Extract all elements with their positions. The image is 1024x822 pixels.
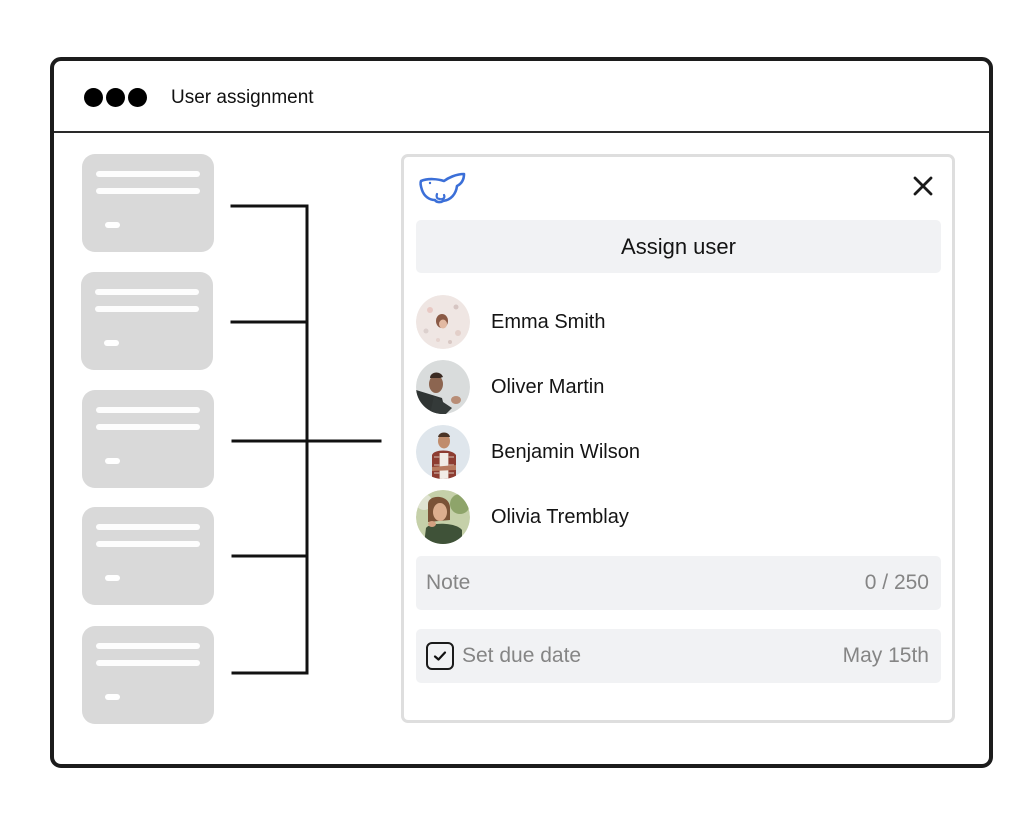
task-card[interactable] <box>81 272 213 370</box>
card-pill <box>105 458 120 464</box>
whale-icon <box>419 172 466 204</box>
assign-user-panel: Assign user Emma Smith Oliver Martin Ben… <box>401 154 955 723</box>
card-line <box>95 289 199 295</box>
note-placeholder: Note <box>426 571 471 594</box>
card-line <box>96 171 200 177</box>
card-line <box>96 524 200 530</box>
avatar <box>416 360 470 414</box>
note-input[interactable]: Note 0 / 250 <box>416 556 941 610</box>
card-line <box>96 643 200 649</box>
due-date-checkbox[interactable] <box>426 642 454 670</box>
panel-title: Assign user <box>416 220 941 273</box>
note-char-counter: 0 / 250 <box>864 571 929 594</box>
task-card[interactable] <box>82 390 214 488</box>
close-icon[interactable] <box>912 175 934 197</box>
checkmark-icon <box>433 651 447 661</box>
window-controls <box>84 88 147 107</box>
window-dot-icon[interactable] <box>84 88 103 107</box>
user-name: Benjamin Wilson <box>491 440 640 463</box>
user-option[interactable]: Emma Smith <box>416 295 605 349</box>
card-line <box>96 188 200 194</box>
due-date-row[interactable]: Set due date May 15th <box>416 629 941 683</box>
task-card[interactable] <box>82 507 214 605</box>
task-card[interactable] <box>82 626 214 724</box>
card-pill <box>104 340 119 346</box>
card-line <box>95 306 199 312</box>
card-pill <box>105 694 120 700</box>
user-option[interactable]: Oliver Martin <box>416 360 604 414</box>
due-date-label: Set due date <box>462 644 582 667</box>
user-option[interactable]: Olivia Tremblay <box>416 490 629 544</box>
card-line <box>96 541 200 547</box>
user-name: Oliver Martin <box>491 375 605 398</box>
avatar <box>416 295 470 349</box>
window-dot-icon[interactable] <box>106 88 125 107</box>
avatar <box>416 490 470 544</box>
user-name: Emma Smith <box>491 310 606 333</box>
title-bar: User assignment <box>54 61 989 133</box>
window-dot-icon[interactable] <box>128 88 147 107</box>
avatar <box>416 425 470 479</box>
card-line <box>96 407 200 413</box>
card-pill <box>105 222 120 228</box>
card-pill <box>105 575 120 581</box>
user-name: Olivia Tremblay <box>491 505 629 528</box>
due-date-value[interactable]: May 15th <box>843 644 929 668</box>
card-line <box>96 660 200 666</box>
card-line <box>96 424 200 430</box>
user-option[interactable]: Benjamin Wilson <box>416 425 640 479</box>
window-title: User assignment <box>171 87 314 108</box>
task-card[interactable] <box>82 154 214 252</box>
